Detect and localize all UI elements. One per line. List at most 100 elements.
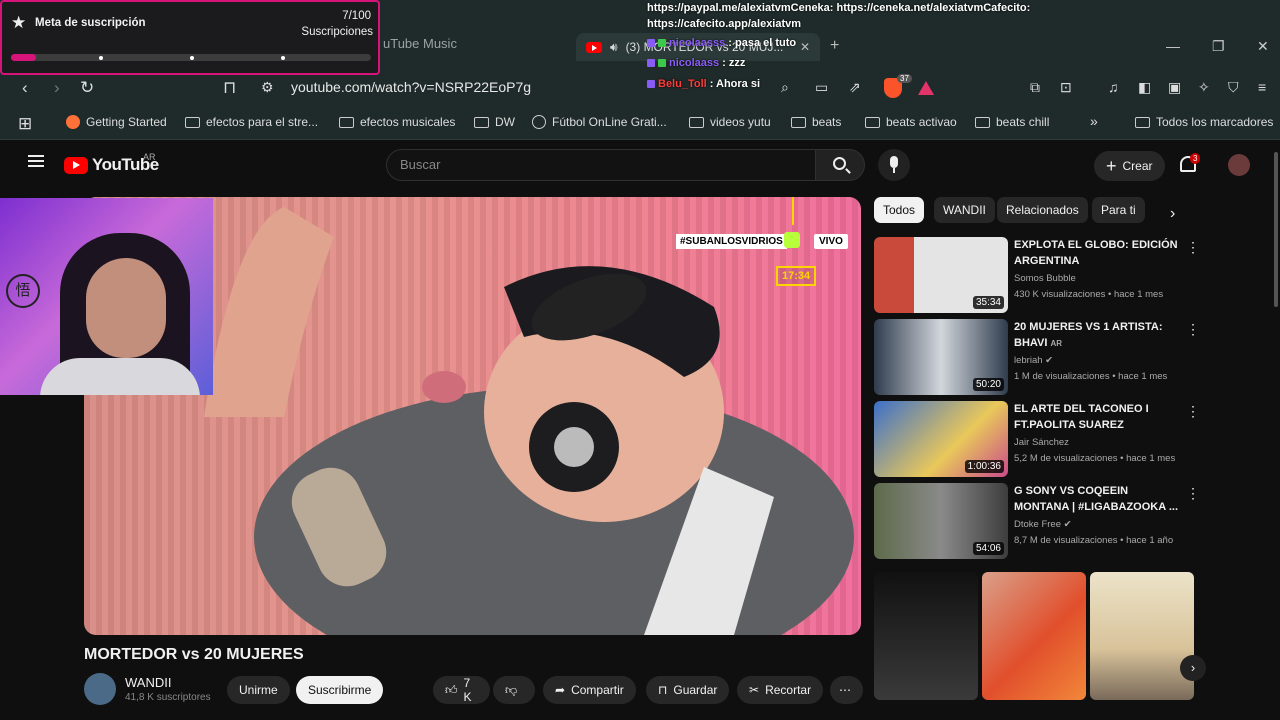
- globe-icon: [532, 115, 546, 129]
- more-options-icon[interactable]: ⋮: [1186, 485, 1200, 502]
- apps-grid-icon[interactable]: ⊞: [18, 114, 32, 134]
- screen: uTube Music 🔊︎ (3) MORTEDOR vs 20 MUJ...…: [0, 0, 1280, 720]
- music-icon[interactable]: ♫: [1108, 79, 1119, 95]
- save-label: Guardar: [673, 683, 718, 697]
- recommendation-item[interactable]: 54:06 G SONY VS COQEEIN MONTANA | #LIGAB…: [874, 483, 1200, 561]
- forward-icon[interactable]: ›: [54, 78, 60, 98]
- goal-progress-bar: [11, 54, 371, 61]
- voice-search-icon[interactable]: [878, 149, 910, 181]
- star-icon: ★: [11, 13, 27, 32]
- share-icon[interactable]: ⇗: [849, 79, 861, 96]
- reload-icon[interactable]: ↻: [80, 78, 94, 98]
- subscribe-button[interactable]: Suscribirme: [296, 676, 384, 704]
- extensions-icon[interactable]: ⧉: [1030, 79, 1040, 96]
- guide-menu-icon[interactable]: [28, 155, 44, 167]
- video-thumbnail: 50:20: [874, 319, 1008, 395]
- goal-progress-fill: [11, 54, 37, 61]
- leo-ai-icon[interactable]: ✧: [1198, 79, 1210, 96]
- webcam-person-body: [40, 358, 200, 395]
- like-button[interactable]: 👍︎ 7 K: [433, 676, 490, 704]
- bookmark-item[interactable]: beats: [791, 115, 841, 129]
- bookmark-icon[interactable]: ⊓: [223, 78, 236, 98]
- goal-title: Meta de suscripción: [35, 17, 146, 29]
- badge-icon: [647, 39, 655, 47]
- video-title: MORTEDOR vs 20 MUJERES: [84, 646, 304, 663]
- folder-icon: [865, 116, 880, 128]
- join-button[interactable]: Unirme: [227, 676, 290, 704]
- recommendation-channel: lebriah ✔: [1014, 355, 1054, 366]
- recommendation-item[interactable]: 50:20 20 MUJERES VS 1 ARTISTA: BHAVI AR …: [874, 319, 1200, 397]
- back-icon[interactable]: ‹: [22, 78, 28, 98]
- like-count: 7 K: [463, 676, 472, 704]
- bookmark-item[interactable]: videos yutu: [689, 115, 771, 129]
- chip-for-you[interactable]: Para ti: [1092, 197, 1145, 223]
- maximize-icon[interactable]: ❐: [1212, 38, 1225, 55]
- sidebar-icon[interactable]: ◧: [1138, 79, 1151, 96]
- folder-icon: [339, 116, 354, 128]
- all-bookmarks[interactable]: Todos los marcadores: [1135, 115, 1273, 129]
- recommendation-channel: Jair Sánchez: [1014, 437, 1069, 448]
- bookmark-item[interactable]: efectos musicales: [339, 115, 455, 129]
- share-button[interactable]: ➦ Compartir: [543, 676, 636, 704]
- url-field[interactable]: youtube.com/watch?v=NSRP22EoP7g: [291, 79, 531, 95]
- chip-related[interactable]: Relacionados: [997, 197, 1088, 223]
- tab-close-icon[interactable]: ✕: [800, 40, 810, 54]
- site-settings-icon[interactable]: ⚙: [261, 79, 274, 96]
- tab-youtube-music[interactable]: uTube Music: [383, 36, 457, 51]
- short-thumbnail[interactable]: [874, 572, 978, 700]
- more-options-icon[interactable]: ⋮: [1186, 239, 1200, 256]
- recommendation-item[interactable]: 35:34 EXPLOTA EL GLOBO: EDICIÓN ARGENTIN…: [874, 237, 1200, 315]
- chip-channel[interactable]: WANDII: [934, 197, 995, 223]
- search-button[interactable]: [815, 149, 865, 181]
- save-button[interactable]: ⊓ Guardar: [646, 676, 730, 704]
- menu-icon[interactable]: ≡: [1258, 79, 1266, 95]
- vpn-icon[interactable]: ⛉: [1228, 79, 1239, 96]
- account-avatar[interactable]: [1228, 154, 1250, 176]
- brave-rewards-icon[interactable]: [918, 81, 934, 95]
- bookmark-item[interactable]: Getting Started: [66, 115, 167, 129]
- video-duration: 35:34: [972, 296, 1004, 309]
- create-label: Crear: [1122, 159, 1153, 173]
- more-options-icon[interactable]: ⋮: [1186, 403, 1200, 420]
- bookmark-item[interactable]: DW: [474, 115, 515, 129]
- recommendation-title: G SONY VS COQEEIN MONTANA | #LIGABAZOOKA…: [1014, 485, 1178, 513]
- channel-avatar[interactable]: [84, 673, 116, 705]
- thumbs-up-icon: 👍︎: [445, 682, 458, 697]
- brave-shields-count: 37: [897, 74, 912, 83]
- bookmark-item[interactable]: efectos para el stre...: [185, 115, 318, 129]
- bookmarks-overflow-icon[interactable]: »: [1090, 113, 1098, 129]
- recommendation-item[interactable]: 1:00:36 EL ARTE DEL TACONEO I FT.PAOLITA…: [874, 401, 1200, 479]
- short-thumbnail[interactable]: [982, 572, 1086, 700]
- close-window-icon[interactable]: ✕: [1257, 38, 1269, 55]
- short-thumbnail[interactable]: [1090, 572, 1194, 700]
- recommendation-meta: 430 K visualizaciones • hace 1 mes: [1014, 289, 1164, 300]
- bookmark-item[interactable]: beats chill: [975, 115, 1049, 129]
- minimize-icon[interactable]: —: [1166, 38, 1180, 54]
- chat-username: nicolaasss: [669, 37, 726, 49]
- chat-text: : Ahora si: [709, 78, 761, 90]
- reader-icon[interactable]: ⊡: [1060, 79, 1072, 96]
- bookmark-item[interactable]: beats activao: [865, 115, 957, 129]
- goal-milestone: [281, 55, 285, 60]
- folder-icon: [185, 116, 200, 128]
- search-input[interactable]: Buscar: [386, 149, 816, 181]
- more-options-icon[interactable]: ⋮: [1186, 321, 1200, 338]
- share-label: Compartir: [571, 683, 624, 697]
- new-tab-icon[interactable]: +: [830, 37, 839, 55]
- create-button[interactable]: + Crear: [1094, 151, 1165, 181]
- bookmark-item[interactable]: Fútbol OnLine Grati...: [532, 115, 667, 129]
- cast-icon[interactable]: ▭: [815, 79, 828, 96]
- clip-button[interactable]: ✂ Recortar: [737, 676, 824, 704]
- chips-next-icon[interactable]: ›: [1170, 205, 1175, 223]
- chat-message: Belu_Toll : Ahora si: [647, 78, 760, 90]
- more-actions-icon[interactable]: ⋯: [830, 676, 863, 704]
- shorts-next-icon[interactable]: ›: [1180, 655, 1206, 681]
- wallet-icon[interactable]: ▣: [1168, 79, 1181, 96]
- dislike-button[interactable]: 👎︎: [493, 676, 535, 704]
- page-scrollbar[interactable]: [1274, 152, 1278, 307]
- zoom-icon[interactable]: ⌕: [781, 79, 789, 96]
- chip-all[interactable]: Todos: [874, 197, 925, 223]
- speaker-icon[interactable]: 🔊︎: [610, 40, 618, 55]
- video-thumbnail: 1:00:36: [874, 401, 1008, 477]
- channel-name[interactable]: WANDII: [125, 675, 171, 690]
